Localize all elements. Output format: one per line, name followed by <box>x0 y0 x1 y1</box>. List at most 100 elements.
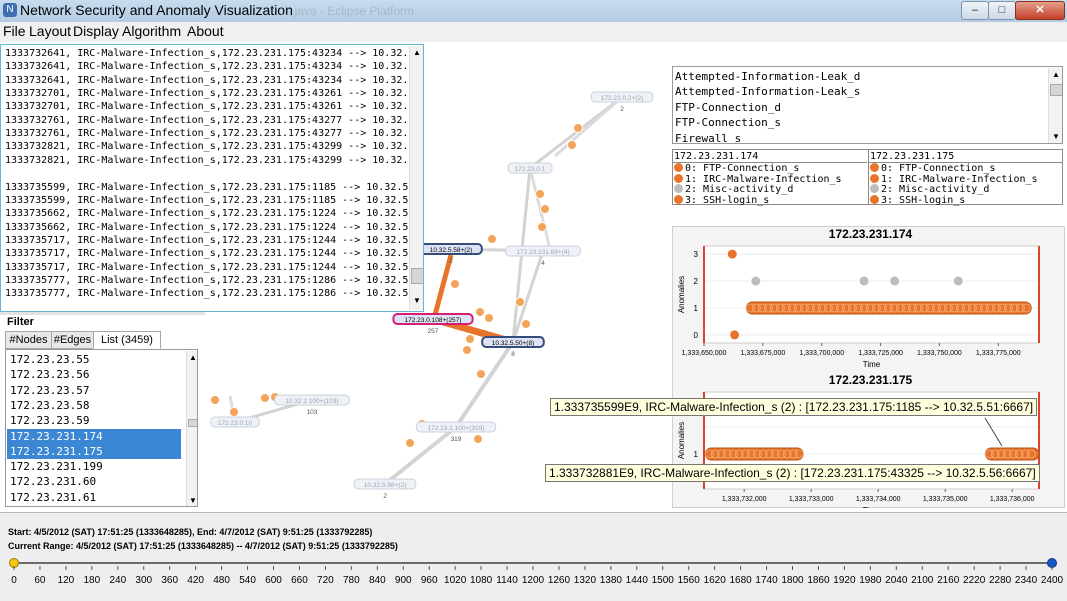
anomaly-point[interactable] <box>858 275 870 287</box>
menu-layout[interactable]: Layout <box>29 23 71 39</box>
anomaly-type-item[interactable]: FTP-Connection_d <box>675 101 781 114</box>
anomaly-point[interactable] <box>889 275 901 287</box>
slider-tick-label: 2400 <box>1041 575 1064 586</box>
list-scroll-thumb[interactable] <box>188 419 197 427</box>
anomaly-type-icon <box>674 163 683 172</box>
graph-node-label: 10.32.5.58+(2) <box>430 247 472 254</box>
graph-node-count: 103 <box>307 409 318 416</box>
log-line: 1333732701, IRC-Malware-Infection_s,172.… <box>5 101 424 113</box>
edge-anomaly-icon <box>515 297 525 307</box>
slider-tick-label: 660 <box>291 575 308 586</box>
anomaly-point[interactable] <box>750 275 762 287</box>
menu-algorithm[interactable]: Algorithm <box>122 23 181 39</box>
list-item[interactable]: 172.23.23.55 <box>7 352 181 367</box>
host-anomaly-row[interactable]: 0: FTP-Connection_s <box>870 163 995 174</box>
log-line: 1333732761, IRC-Malware-Infection_s,172.… <box>5 128 424 140</box>
list-item[interactable]: 172.23.231.174 <box>7 428 181 444</box>
anomaly-type-icon <box>870 194 879 204</box>
log-scroll-thumb[interactable] <box>411 268 423 284</box>
scroll-up-icon[interactable]: ▲ <box>189 353 197 362</box>
edge-anomaly-icon <box>567 140 577 150</box>
menu-file[interactable]: File <box>3 23 26 39</box>
slider-tick-label: 1260 <box>548 575 571 586</box>
slider-tick-label: 1980 <box>859 575 882 586</box>
anomaly-type-item[interactable]: Attempted-Information-Leak_d <box>675 70 860 83</box>
log-scrollbar[interactable]: ▲ ▼ <box>409 46 423 310</box>
edge-anomaly-icon <box>450 279 460 289</box>
anomaly-point[interactable] <box>726 248 738 260</box>
slider-tick-label: 1680 <box>729 575 752 586</box>
slider-tick-label: 420 <box>187 575 204 586</box>
slider-tick-label: 480 <box>213 575 230 586</box>
close-button[interactable]: ✕ <box>1015 1 1065 20</box>
slider-tick-label: 600 <box>265 575 282 586</box>
host-anomaly-row[interactable]: 0: FTP-Connection_s <box>674 163 799 174</box>
menu-bar: File Layout Display Algorithm About <box>0 22 1067 42</box>
tab-list[interactable]: List (3459) <box>93 331 161 349</box>
x-tick-label: 1,333,750,000 <box>917 350 962 357</box>
scroll-down-icon[interactable]: ▼ <box>189 496 197 505</box>
time-range-slider[interactable]: 0 60 120 180 240 300 360 420 480 540 600 660 720 780 8… <box>0 556 1067 600</box>
edge-anomaly-icon <box>260 393 270 403</box>
host-anomaly-row[interactable]: 1: IRC-Malware-Infection_s <box>870 173 1038 185</box>
list-item[interactable]: 172.23.231.175 <box>7 443 181 459</box>
scroll-down-icon[interactable]: ▼ <box>1052 132 1060 141</box>
anomaly-point[interactable] <box>729 329 741 341</box>
type-scroll-thumb[interactable] <box>1050 84 1062 96</box>
slider-tick-label: 0 <box>11 575 17 586</box>
host-anomaly-row[interactable]: 2: Misc-activity_d <box>870 184 989 195</box>
slider-tick-label: 900 <box>395 575 412 586</box>
host-anomaly-label: 1: IRC-Malware-Infection_s <box>881 173 1038 185</box>
host-anomaly-row[interactable]: 3: SSH-login_s <box>870 194 965 206</box>
panel-splitter[interactable] <box>0 312 205 315</box>
log-panel[interactable]: 1333732641, IRC-Malware-Infection_s,172.… <box>0 44 424 312</box>
type-list-scrollbar[interactable]: ▲ ▼ <box>1048 68 1062 143</box>
y-axis-label: Anomalies <box>677 422 686 459</box>
graph-node-count: 257 <box>428 328 439 335</box>
list-scrollbar[interactable]: ▲ ▼ <box>186 351 197 506</box>
host-ip: 172.23.231.174 <box>674 151 759 162</box>
edge-anomaly-icon <box>476 369 486 379</box>
list-item[interactable]: 172.23.23.57 <box>7 383 181 398</box>
log-line: 1333735717, IRC-Malware-Infection_s,172.… <box>5 248 424 260</box>
slider-tick-label: 1620 <box>704 575 727 586</box>
graph-node-label: 172.23.231.69+(4) <box>516 249 569 256</box>
list-item[interactable]: 172.23.23.58 <box>7 398 181 413</box>
anomaly-type-icon <box>870 184 879 193</box>
scroll-up-icon[interactable]: ▲ <box>413 48 421 57</box>
ip-list[interactable]: 172.23.23.55 172.23.23.56 172.23.23.57 172.… <box>5 349 198 507</box>
scroll-up-icon[interactable]: ▲ <box>1052 70 1060 79</box>
host-anomaly-row[interactable]: 2: Misc-activity_d <box>674 184 793 195</box>
maximize-button[interactable]: □ <box>988 1 1016 20</box>
edge-anomaly-icon <box>462 345 472 355</box>
list-item[interactable]: 172.23.23.59 <box>7 413 181 428</box>
tab-nodes[interactable]: #Nodes <box>5 331 52 349</box>
x-axis-label: Time <box>863 360 881 369</box>
log-line: 1333735777, IRC-Malware-Infection_s,172.… <box>5 288 424 300</box>
anomaly-type-item[interactable]: FTP-Connection_s <box>675 116 781 129</box>
y-tick-label: 1 <box>694 304 699 313</box>
anomaly-type-icon <box>674 194 683 204</box>
scroll-down-icon[interactable]: ▼ <box>413 296 421 305</box>
edge-anomaly-icon <box>405 438 415 448</box>
host-anomaly-row[interactable]: 3: SSH-login_s <box>674 194 769 206</box>
anomaly-point[interactable] <box>952 275 964 287</box>
list-item[interactable]: 172.23.231.199 <box>7 459 181 474</box>
x-tick-label: 1,333,733,000 <box>789 496 834 503</box>
host-anomaly-row[interactable]: 1: IRC-Malware-Infection_s <box>674 173 842 185</box>
anomaly-type-item[interactable]: Firewall_s <box>675 132 741 143</box>
list-item[interactable]: 172.23.23.56 <box>7 367 181 382</box>
menu-about[interactable]: About <box>187 23 224 39</box>
anomaly-type-item[interactable]: Attempted-Information-Leak_s <box>675 85 860 98</box>
slider-tick-label: 1860 <box>807 575 830 586</box>
menu-display[interactable]: Display <box>73 23 119 39</box>
slider-tick-label: 2160 <box>937 575 960 586</box>
log-line: 1333732641, IRC-Malware-Infection_s,172.… <box>5 61 424 73</box>
list-item[interactable]: 172.23.231.60 <box>7 474 181 489</box>
minimize-button[interactable]: – <box>961 1 989 20</box>
anomaly-type-list[interactable]: Attempted-Information-Leak_d Attempted-In… <box>672 66 1063 144</box>
x-tick-label: 1,333,725,000 <box>858 350 903 357</box>
slider-tick-label: 60 <box>34 575 46 586</box>
tab-edges[interactable]: #Edges <box>51 331 94 349</box>
list-item[interactable]: 172.23.231.61 <box>7 490 181 505</box>
